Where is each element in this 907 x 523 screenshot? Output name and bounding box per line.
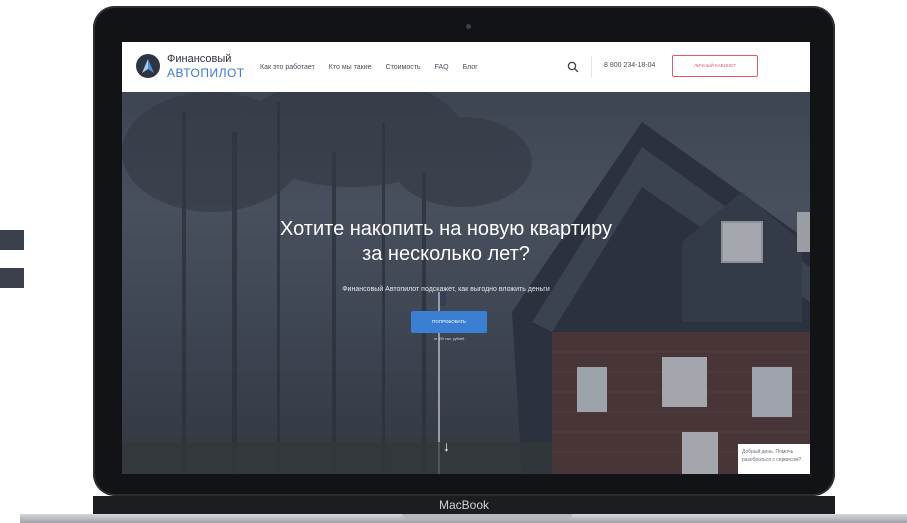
hero-overlay xyxy=(122,92,810,474)
camera-dot xyxy=(466,24,471,29)
hero-title-line1: Хотите накопить на новую квартиру xyxy=(280,218,612,240)
chat-widget[interactable]: Добрый день. Помочь разобраться с сервис… xyxy=(738,444,810,474)
nav-blog[interactable]: Блог xyxy=(463,64,478,71)
logo-icon[interactable] xyxy=(136,54,160,78)
laptop-base-notch xyxy=(402,514,572,519)
personal-cabinet-button[interactable]: личный кабинет xyxy=(672,55,758,77)
chat-line1: Добрый день. Помочь xyxy=(742,449,794,455)
laptop-screen: Финансовый АВТОПИЛОТ Как это работает Кт… xyxy=(122,42,810,474)
site-header: Финансовый АВТОПИЛОТ Как это работает Кт… xyxy=(122,42,810,92)
header-divider xyxy=(591,56,592,78)
main-nav: Как это работает Кто мы такие Стоимость … xyxy=(260,42,492,92)
chat-line2: разобраться с сервисом? xyxy=(742,457,802,463)
hero-title-line2: за несколько лет? xyxy=(362,243,530,265)
hero-subtitle: Финансовый Автопилот подскажет, как выго… xyxy=(342,286,550,293)
side-decoration-bottom xyxy=(0,268,24,288)
hero-section: Хотите накопить на новую квартиру за нес… xyxy=(122,92,810,474)
phone-number[interactable]: 8 800 234-18-04 xyxy=(604,62,655,69)
nav-about-us[interactable]: Кто мы такие xyxy=(329,64,372,71)
nav-faq[interactable]: FAQ xyxy=(435,64,449,71)
side-decoration-top xyxy=(0,230,24,250)
logo-text-top[interactable]: Финансовый xyxy=(167,53,231,65)
cta-note: от 100 тыс. рублей xyxy=(433,337,465,341)
try-button[interactable]: попробовать xyxy=(411,311,487,333)
scroll-down-arrow-icon[interactable]: ↓ xyxy=(443,438,450,454)
laptop-base xyxy=(20,514,907,523)
logo-text-bottom[interactable]: АВТОПИЛОТ xyxy=(167,66,245,80)
search-icon[interactable] xyxy=(566,60,580,74)
nav-how-it-works[interactable]: Как это работает xyxy=(260,64,315,71)
nav-pricing[interactable]: Стоимость xyxy=(386,64,421,71)
device-label: MacBook xyxy=(93,496,835,514)
hero-title: Хотите накопить на новую квартиру за нес… xyxy=(122,217,770,267)
